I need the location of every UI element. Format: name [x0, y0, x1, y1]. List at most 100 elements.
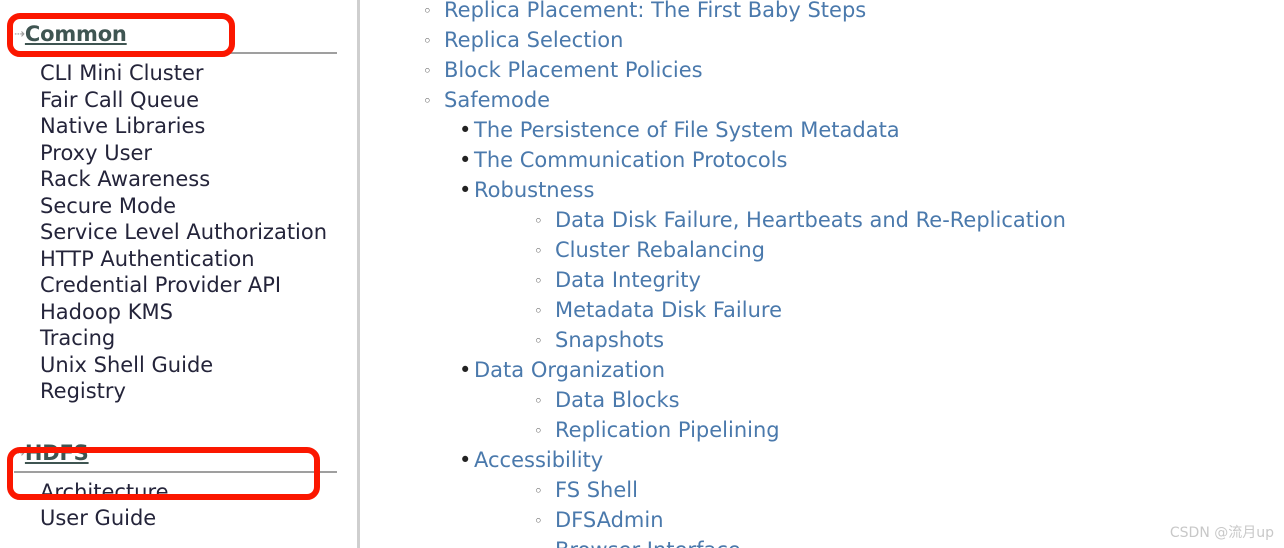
bullet-circle-icon: ◦: [534, 332, 543, 350]
sidebar: ⇢Common CLI Mini Cluster Fair Call Queue Na…: [0, 0, 360, 548]
list-item: Service Level Authorization: [0, 219, 357, 246]
bullet-disc-icon: •: [459, 358, 472, 382]
bullet-circle-icon: ◦: [534, 422, 543, 440]
list-item: Architecture: [0, 479, 357, 506]
bullet-circle-icon: ◦: [534, 242, 543, 260]
watermark: CSDN @流月up: [1169, 525, 1274, 541]
toc-scroll-wrapper: ◦ Replica Placement: The First Baby Steps…: [363, 0, 1284, 548]
sidebar-item-architecture[interactable]: Architecture: [0, 479, 357, 506]
list-item: Proxy User: [0, 140, 357, 167]
toc-subitem: ◦ Browser Interface: [474, 536, 1284, 548]
toc-link-data-integrity[interactable]: Data Integrity: [555, 268, 701, 292]
bullet-circle-icon: ◦: [534, 482, 543, 500]
toc-link-replica-placement-the-first-baby-steps[interactable]: Replica Placement: The First Baby Steps: [444, 0, 866, 22]
list-item: Fair Call Queue: [0, 87, 357, 114]
sidebar-item-native-libraries[interactable]: Native Libraries: [0, 113, 357, 140]
toc-item: • Robustness ◦ Data Disk Failure, Heartbeat…: [363, 176, 1284, 356]
sidebar-item-http-authentication[interactable]: HTTP Authentication: [0, 246, 357, 273]
toc-subitem: ◦ Block Placement Policies: [363, 56, 1284, 86]
dashed-arrow-icon: ⇢: [14, 445, 25, 461]
toc-sublist: ◦ Data Disk Failure, Heartbeats and Re-Re…: [474, 206, 1284, 356]
toc-sublist: ◦ Replica Placement: The First Baby Steps…: [363, 0, 1284, 116]
sidebar-heading-label: Common: [24, 22, 127, 46]
list-item: Hadoop KMS: [0, 299, 357, 326]
sidebar-item-unix-shell-guide[interactable]: Unix Shell Guide: [0, 352, 357, 379]
toc-sublist: ◦ FS Shell ◦ DFSAdmin ◦ Browser Interface: [474, 476, 1284, 548]
toc-link-data-disk-failure-heartbeats-and-re-replication[interactable]: Data Disk Failure, Heartbeats and Re-Rep…: [555, 208, 1066, 232]
sidebar-item-fair-call-queue[interactable]: Fair Call Queue: [0, 87, 357, 114]
toc-subitem: ◦ Replica Selection: [363, 26, 1284, 56]
toc-link-data-blocks[interactable]: Data Blocks: [555, 388, 680, 412]
toc-link-the-persistence-of-file-system-metadata[interactable]: The Persistence of File System Metadata: [474, 118, 900, 142]
sidebar-heading-common[interactable]: ⇢Common: [14, 22, 337, 54]
toc-item: •Accessibility ◦ FS Shell ◦ DFSAdmin ◦ Browser…: [363, 446, 1284, 548]
list-item: CLI Mini Cluster: [0, 60, 357, 87]
toc-subitem: ◦ DFSAdmin: [474, 506, 1284, 536]
list-item: Rack Awareness: [0, 166, 357, 193]
bullet-disc-icon: •: [459, 448, 472, 472]
bullet-circle-icon: ◦: [423, 2, 432, 20]
toc-link-robustness[interactable]: Robustness: [474, 178, 594, 202]
sidebar-item-rack-awareness[interactable]: Rack Awareness: [0, 166, 357, 193]
sidebar-item-registry[interactable]: Registry: [0, 378, 357, 405]
sidebar-group-common: ⇢Common CLI Mini Cluster Fair Call Queue Na…: [0, 0, 357, 405]
sidebar-item-hadoop-kms[interactable]: Hadoop KMS: [0, 299, 357, 326]
toc-link-snapshots[interactable]: Snapshots: [555, 328, 664, 352]
sidebar-item-cli-mini-cluster[interactable]: CLI Mini Cluster: [0, 60, 357, 87]
sidebar-item-credential-provider-api[interactable]: Credential Provider API: [0, 272, 357, 299]
toc-subitem: ◦ Replication Pipelining: [474, 416, 1284, 446]
list-item: HTTP Authentication: [0, 246, 357, 273]
toc-link-data-organization[interactable]: Data Organization: [474, 358, 665, 382]
toc-link-fs-shell[interactable]: FS Shell: [555, 478, 638, 502]
bullet-circle-icon: ◦: [534, 302, 543, 320]
list-item: Unix Shell Guide: [0, 352, 357, 379]
sidebar-item-service-level-authorization[interactable]: Service Level Authorization: [0, 219, 357, 246]
bullet-circle-icon: ◦: [534, 272, 543, 290]
bullet-circle-icon: ◦: [534, 537, 543, 548]
bullet-circle-icon: ◦: [534, 512, 543, 530]
list-item: Registry: [0, 378, 357, 405]
bullet-circle-icon: ◦: [423, 92, 432, 110]
toc-link-cluster-rebalancing[interactable]: Cluster Rebalancing: [555, 238, 765, 262]
toc-link-browser-interface[interactable]: Browser Interface: [555, 538, 741, 548]
toc-sublist: ◦ Data Blocks ◦ Replication Pipelining: [474, 386, 1284, 446]
bullet-circle-icon: ◦: [534, 212, 543, 230]
list-item: Secure Mode: [0, 193, 357, 220]
toc-link-metadata-disk-failure[interactable]: Metadata Disk Failure: [555, 298, 782, 322]
main-content: ◦ Replica Placement: The First Baby Steps…: [363, 0, 1284, 548]
page-root: ⇢Common CLI Mini Cluster Fair Call Queue Na…: [0, 0, 1284, 548]
sidebar-item-list-common: CLI Mini Cluster Fair Call Queue Native Li…: [0, 60, 357, 405]
toc-link-safemode[interactable]: Safemode: [444, 88, 550, 112]
toc-subitem: ◦ Safemode: [363, 86, 1284, 116]
toc-item: • The Communication Protocols: [363, 146, 1284, 176]
toc-item: • Data Organization ◦ Data Blocks ◦ Replicati…: [363, 356, 1284, 446]
list-item: Tracing: [0, 325, 357, 352]
toc-item-partial: ◦ Replica Placement: The First Baby Steps…: [363, 0, 1284, 116]
toc-link-replica-selection[interactable]: Replica Selection: [444, 28, 623, 52]
list-item: Native Libraries: [0, 113, 357, 140]
toc-link-block-placement-policies[interactable]: Block Placement Policies: [444, 58, 703, 82]
sidebar-group-hdfs: ⇢HDFS Architecture User Guide: [0, 405, 357, 532]
toc-link-the-communication-protocols[interactable]: The Communication Protocols: [474, 148, 788, 172]
bullet-disc-icon: •: [459, 118, 472, 142]
dashed-arrow-icon: ⇢: [14, 27, 25, 42]
toc-subitem: ◦ Data Integrity: [474, 266, 1284, 296]
toc-subitem: ◦ FS Shell: [474, 476, 1284, 506]
bullet-circle-icon: ◦: [534, 392, 543, 410]
sidebar-heading-label: HDFS: [24, 440, 89, 465]
bullet-circle-icon: ◦: [423, 32, 432, 50]
table-of-contents: ◦ Replica Placement: The First Baby Steps…: [363, 0, 1284, 548]
toc-subitem: ◦ Replica Placement: The First Baby Steps: [363, 0, 1284, 26]
toc-link-accessibility[interactable]: Accessibility: [474, 448, 603, 472]
sidebar-item-secure-mode[interactable]: Secure Mode: [0, 193, 357, 220]
toc-link-replication-pipelining[interactable]: Replication Pipelining: [555, 418, 780, 442]
sidebar-item-user-guide[interactable]: User Guide: [0, 505, 357, 532]
toc-subitem: ◦ Data Disk Failure, Heartbeats and Re-Re…: [474, 206, 1284, 236]
toc-subitem: ◦ Snapshots: [474, 326, 1284, 356]
sidebar-item-tracing[interactable]: Tracing: [0, 325, 357, 352]
sidebar-item-proxy-user[interactable]: Proxy User: [0, 140, 357, 167]
toc-link-dfsadmin[interactable]: DFSAdmin: [555, 508, 664, 532]
sidebar-heading-hdfs[interactable]: ⇢HDFS: [14, 441, 337, 473]
bullet-disc-icon: •: [459, 148, 472, 172]
bullet-disc-icon: •: [459, 178, 472, 202]
